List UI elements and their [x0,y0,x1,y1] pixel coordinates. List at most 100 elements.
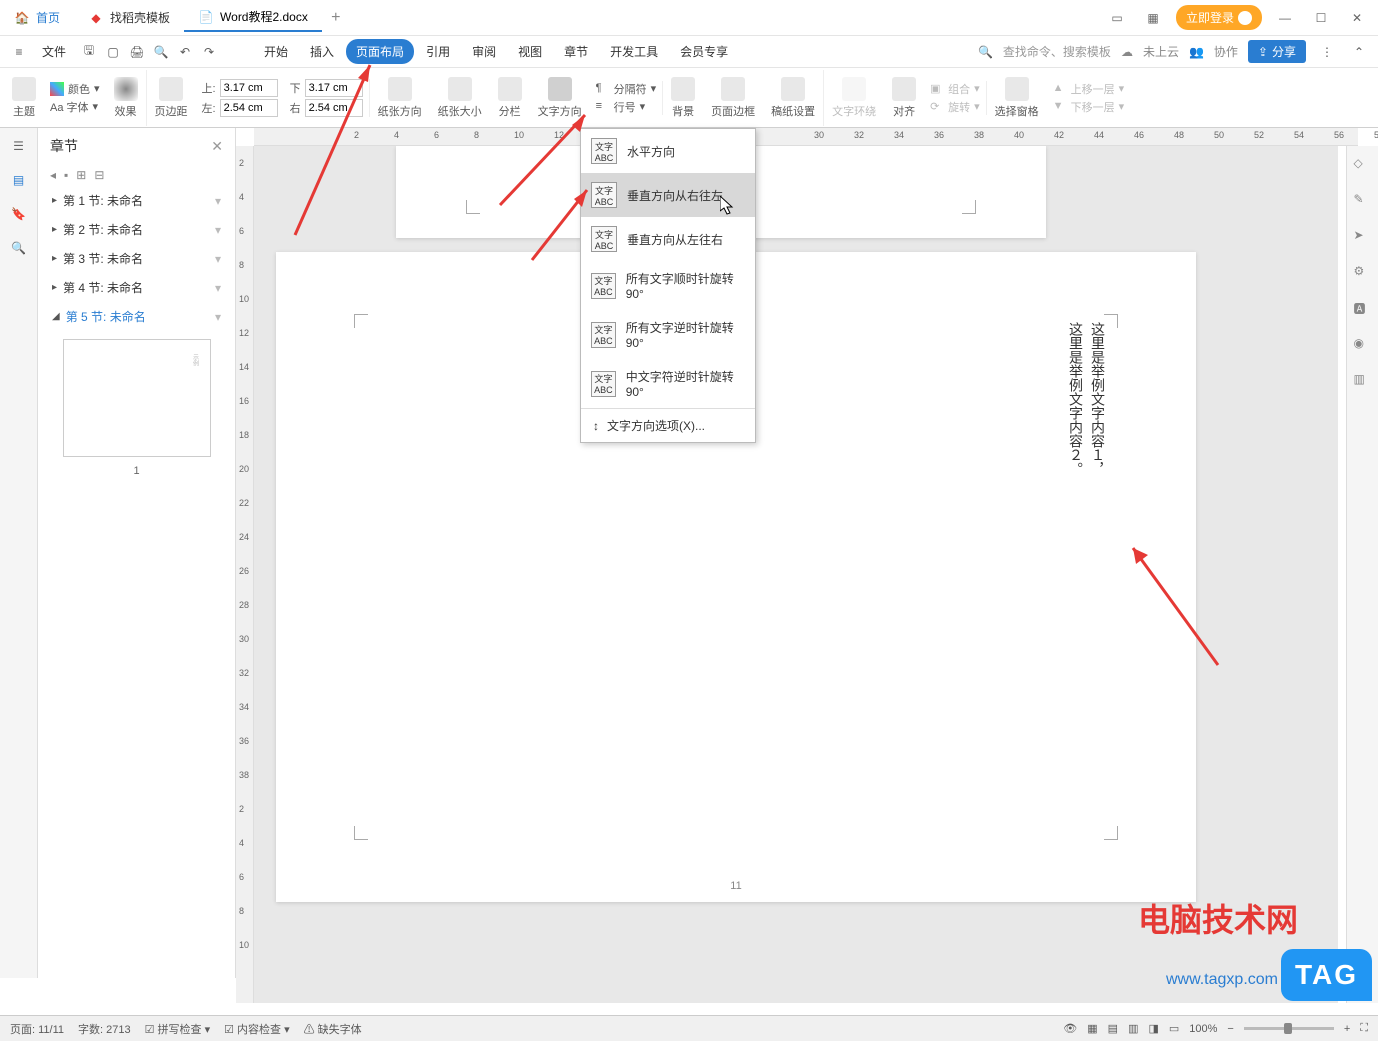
tool-add-icon[interactable]: ⊞ [76,168,86,182]
pencil-icon[interactable]: ✎ [1354,192,1372,210]
chapter-item[interactable]: ▸第 2 节: 未命名▾ [38,215,235,244]
zoom-out-button[interactable]: − [1227,1023,1233,1035]
close-panel-icon[interactable]: ✕ [211,138,223,155]
dropdown-item[interactable]: 文字ABC所有文字顺时针旋转90° [581,261,755,310]
new-icon[interactable]: ▢ [102,41,124,63]
view-mode-4-icon[interactable]: ◨ [1148,1022,1158,1035]
ruler-toggle-icon[interactable]: ▭ [1169,1022,1179,1035]
status-page[interactable]: 页面: 11/11 [10,1021,64,1037]
tool-remove-icon[interactable]: ⊟ [94,168,104,182]
preview-icon[interactable]: 🔍 [150,41,172,63]
sidebar-icon[interactable]: ▥ [1354,372,1372,390]
maximize-button[interactable]: ☐ [1308,5,1334,31]
coop-icon[interactable]: 👥 [1189,45,1204,59]
zoom-in-button[interactable]: + [1344,1023,1350,1035]
bookmark-icon[interactable]: 🔖 [9,204,29,224]
missing-font[interactable]: ⚠ 缺失字体 [304,1021,362,1037]
minimize-button[interactable]: — [1272,5,1298,31]
view-mode-1-icon[interactable]: ▦ [1087,1022,1097,1035]
view-mode-2-icon[interactable]: ▤ [1108,1022,1118,1035]
menu-member[interactable]: 会员专享 [670,39,738,64]
menu-devtools[interactable]: 开发工具 [600,39,668,64]
fit-icon[interactable]: ⛶ [1360,1022,1368,1035]
add-tab-button[interactable]: + [322,9,350,27]
margin-top-input[interactable] [220,79,278,97]
chapter-menu-icon[interactable]: ▾ [215,252,221,266]
lineno-button[interactable]: ≡行号▾ [596,99,657,115]
font-button[interactable]: Aa 字体▾ [50,99,100,115]
status-words[interactable]: 字数: 2713 [78,1021,131,1037]
translate-icon[interactable]: 🅰 [1354,300,1372,318]
chapter-item[interactable]: ◢第 5 节: 未命名▾ [38,302,235,331]
bring-forward-button[interactable]: ▲上移一层▾ [1053,81,1125,97]
ribbon-theme[interactable]: 主题 [4,70,44,126]
menu-review[interactable]: 审阅 [462,39,506,64]
chapter-menu-icon[interactable]: ▾ [215,281,221,295]
send-backward-button[interactable]: ▼下移一层▾ [1053,99,1125,115]
dropdown-item[interactable]: 文字ABC中文字符逆时针旋转90° [581,359,755,408]
dropdown-options[interactable]: ↕文字方向选项(X)... [581,409,755,442]
tab-document[interactable]: 📄 Word教程2.docx [184,4,322,32]
rotate-button[interactable]: ⟳旋转▾ [930,99,980,115]
margin-left-input[interactable] [220,99,278,117]
contentcheck-toggle[interactable]: ☑ 内容检查 ▾ [224,1021,290,1037]
save-icon[interactable]: 🖫 [78,41,100,63]
horizontal-ruler[interactable]: 2468101214163032343638404244464850525456… [254,128,1358,146]
vertical-ruler[interactable]: 2468101214161820222426283032343638246810 [236,146,254,1003]
zoom-level[interactable]: 100% [1189,1023,1217,1035]
dropdown-item[interactable]: 文字ABC垂直方向从左往右 [581,217,755,261]
chapter-item[interactable]: ▸第 3 节: 未命名▾ [38,244,235,273]
more-icon[interactable]: ⋮ [1316,41,1338,63]
ribbon-grid[interactable]: 稿纸设置 [763,70,824,126]
settings-icon[interactable]: ⚙ [1354,264,1372,282]
search-placeholder[interactable]: 查找命令、搜索模板 [1003,43,1111,60]
break-button[interactable]: ¶分隔符▾ [596,81,657,97]
search-rail-icon[interactable]: 🔍 [9,238,29,258]
ribbon-selection-pane[interactable]: 选择窗格 [987,70,1047,126]
sections-icon[interactable]: ▤ [9,170,29,190]
close-window-button[interactable]: ✕ [1344,5,1370,31]
layout-icon[interactable]: ▭ [1104,5,1130,31]
grid-icon[interactable]: ▦ [1140,5,1166,31]
page-thumbnail[interactable]: 示例 [63,339,211,457]
chapter-menu-icon[interactable]: ▾ [215,223,221,237]
diamond-icon[interactable]: ◇ [1354,156,1372,174]
menu-toggle-icon[interactable]: ≡ [8,41,30,63]
ribbon-align[interactable]: 对齐 [884,70,924,126]
menu-view[interactable]: 视图 [508,39,552,64]
spellcheck-toggle[interactable]: ☑ 拼写检查 ▾ [145,1021,211,1037]
undo-icon[interactable]: ↶ [174,41,196,63]
chapter-item[interactable]: ▸第 1 节: 未命名▾ [38,186,235,215]
read-mode-icon[interactable]: 👁 [1063,1022,1077,1035]
login-button[interactable]: 立即登录 [1176,5,1262,30]
ribbon-bg[interactable]: 背景 [663,70,703,126]
menu-references[interactable]: 引用 [416,39,460,64]
outline-icon[interactable]: ☰ [9,136,29,156]
color-button[interactable]: 颜色▾ [50,81,100,97]
redo-icon[interactable]: ↷ [198,41,220,63]
ribbon-effect[interactable]: 效果 [106,70,147,126]
tool-collapse-icon[interactable]: ◂ [50,168,56,182]
ribbon-papersize[interactable]: 纸张大小 [430,70,490,126]
file-menu[interactable]: 文件 [32,39,76,64]
caret-icon[interactable]: ⌃ [1348,41,1370,63]
chapter-menu-icon[interactable]: ▾ [215,194,221,208]
print-icon[interactable]: 🖨 [126,41,148,63]
chapter-item[interactable]: ▸第 4 节: 未命名▾ [38,273,235,302]
dropdown-item[interactable]: 文字ABC水平方向 [581,129,755,173]
view-mode-3-icon[interactable]: ▥ [1128,1022,1138,1035]
tool-expand-icon[interactable]: ▪ [64,168,68,182]
cloud-icon[interactable]: ☁ [1121,45,1133,59]
chapter-menu-icon[interactable]: ▾ [215,310,221,324]
tab-home[interactable]: 🏠 首页 [0,4,74,32]
group-button[interactable]: ▣组合▾ [930,81,980,97]
ribbon-margin[interactable]: 页边距 [147,70,196,126]
help-icon[interactable]: ◉ [1354,336,1372,354]
dropdown-item[interactable]: 文字ABC所有文字逆时针旋转90° [581,310,755,359]
share-button[interactable]: ⇪ 分享 [1248,40,1306,63]
menu-section[interactable]: 章节 [554,39,598,64]
ribbon-wrap[interactable]: 文字环绕 [824,70,884,126]
tab-template[interactable]: ◆ 找稻壳模板 [74,4,184,32]
zoom-slider[interactable] [1244,1027,1334,1030]
cursor-icon[interactable]: ➤ [1354,228,1372,246]
